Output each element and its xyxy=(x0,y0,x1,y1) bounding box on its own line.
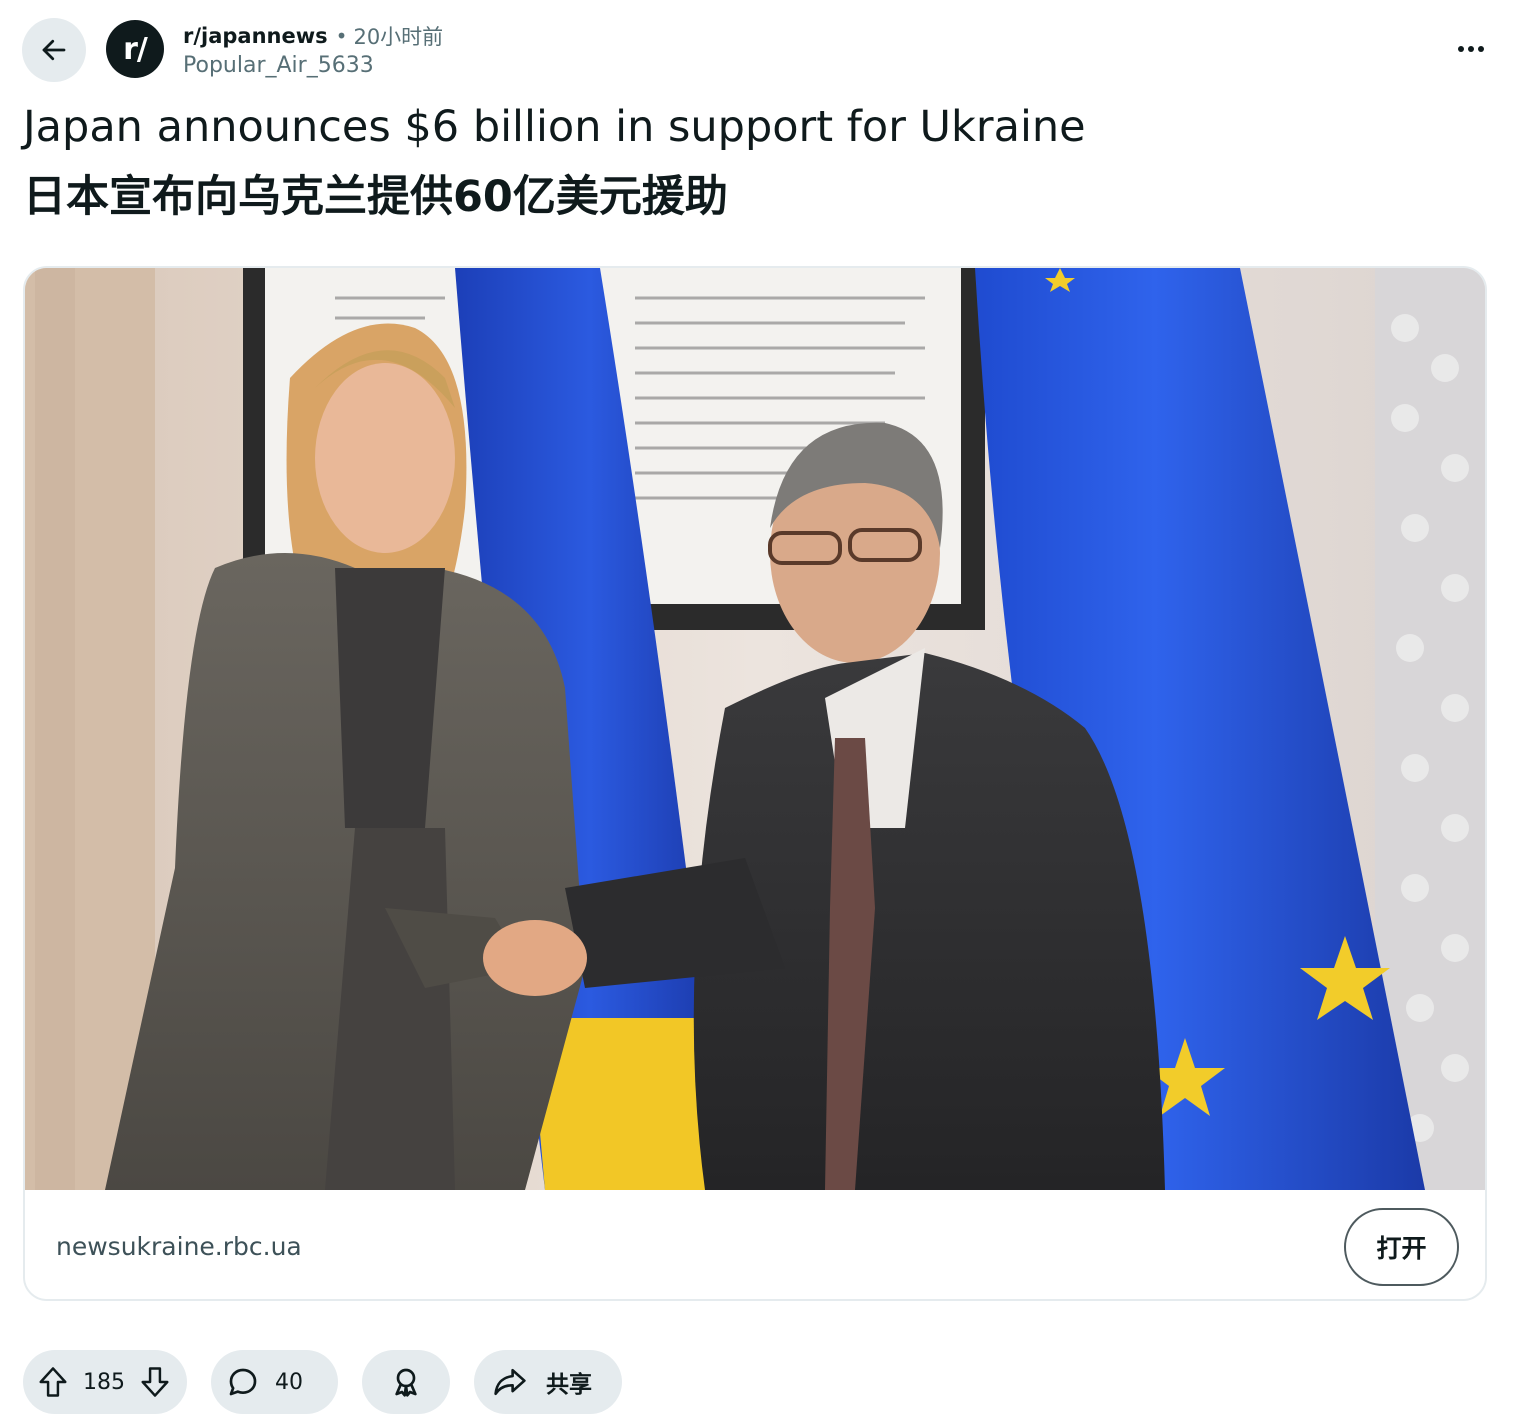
vote-count: 185 xyxy=(83,1369,125,1395)
award-button[interactable] xyxy=(362,1350,450,1414)
share-button[interactable]: 共享 xyxy=(474,1350,622,1414)
subreddit-avatar-text: r/ xyxy=(123,31,148,67)
link-preview-card[interactable]: newsukraine.rbc.ua 打开 xyxy=(23,266,1487,1301)
post-author[interactable]: Popular_Air_5633 xyxy=(183,53,443,78)
back-button[interactable] xyxy=(22,18,86,82)
link-card-footer: newsukraine.rbc.ua 打开 xyxy=(25,1190,1485,1299)
share-arrow-icon xyxy=(494,1368,526,1396)
post-title-zh: 日本宣布向乌克兰提供60亿美元援助 xyxy=(23,172,728,222)
more-horizontal-icon xyxy=(1458,46,1484,52)
subreddit-avatar[interactable]: r/ xyxy=(106,20,164,78)
arrow-up-icon xyxy=(39,1367,67,1397)
post-header: r/ r/japannews • 20小时前 Popular_Air_5633 xyxy=(22,18,1496,82)
post-title-en: Japan announces $6 billion in support fo… xyxy=(23,102,1086,152)
link-domain[interactable]: newsukraine.rbc.ua xyxy=(56,1232,302,1261)
share-icon-wrap xyxy=(474,1350,546,1414)
arrow-down-icon xyxy=(141,1367,169,1397)
arrow-left-icon xyxy=(42,39,66,61)
share-label: 共享 xyxy=(546,1372,592,1398)
more-options-button[interactable] xyxy=(1446,24,1496,74)
award-icon xyxy=(395,1368,417,1397)
meta-separator: • xyxy=(335,24,348,48)
post-time: 20小时前 xyxy=(353,25,444,49)
comments-button[interactable]: 40 xyxy=(211,1350,338,1414)
subreddit-name[interactable]: r/japannews xyxy=(183,24,328,48)
open-link-button[interactable]: 打开 xyxy=(1344,1208,1459,1286)
vote-control: 185 xyxy=(23,1350,187,1414)
upvote-button[interactable] xyxy=(23,1350,83,1414)
post-meta: r/japannews • 20小时前 Popular_Air_5633 xyxy=(183,20,443,78)
comment-icon-wrap xyxy=(211,1350,275,1414)
post-title: Japan announces $6 billion in support fo… xyxy=(23,92,1493,232)
speech-bubble-icon xyxy=(229,1368,257,1396)
comment-count: 40 xyxy=(275,1369,303,1395)
downvote-button[interactable] xyxy=(125,1350,185,1414)
link-preview-image xyxy=(25,268,1485,1190)
